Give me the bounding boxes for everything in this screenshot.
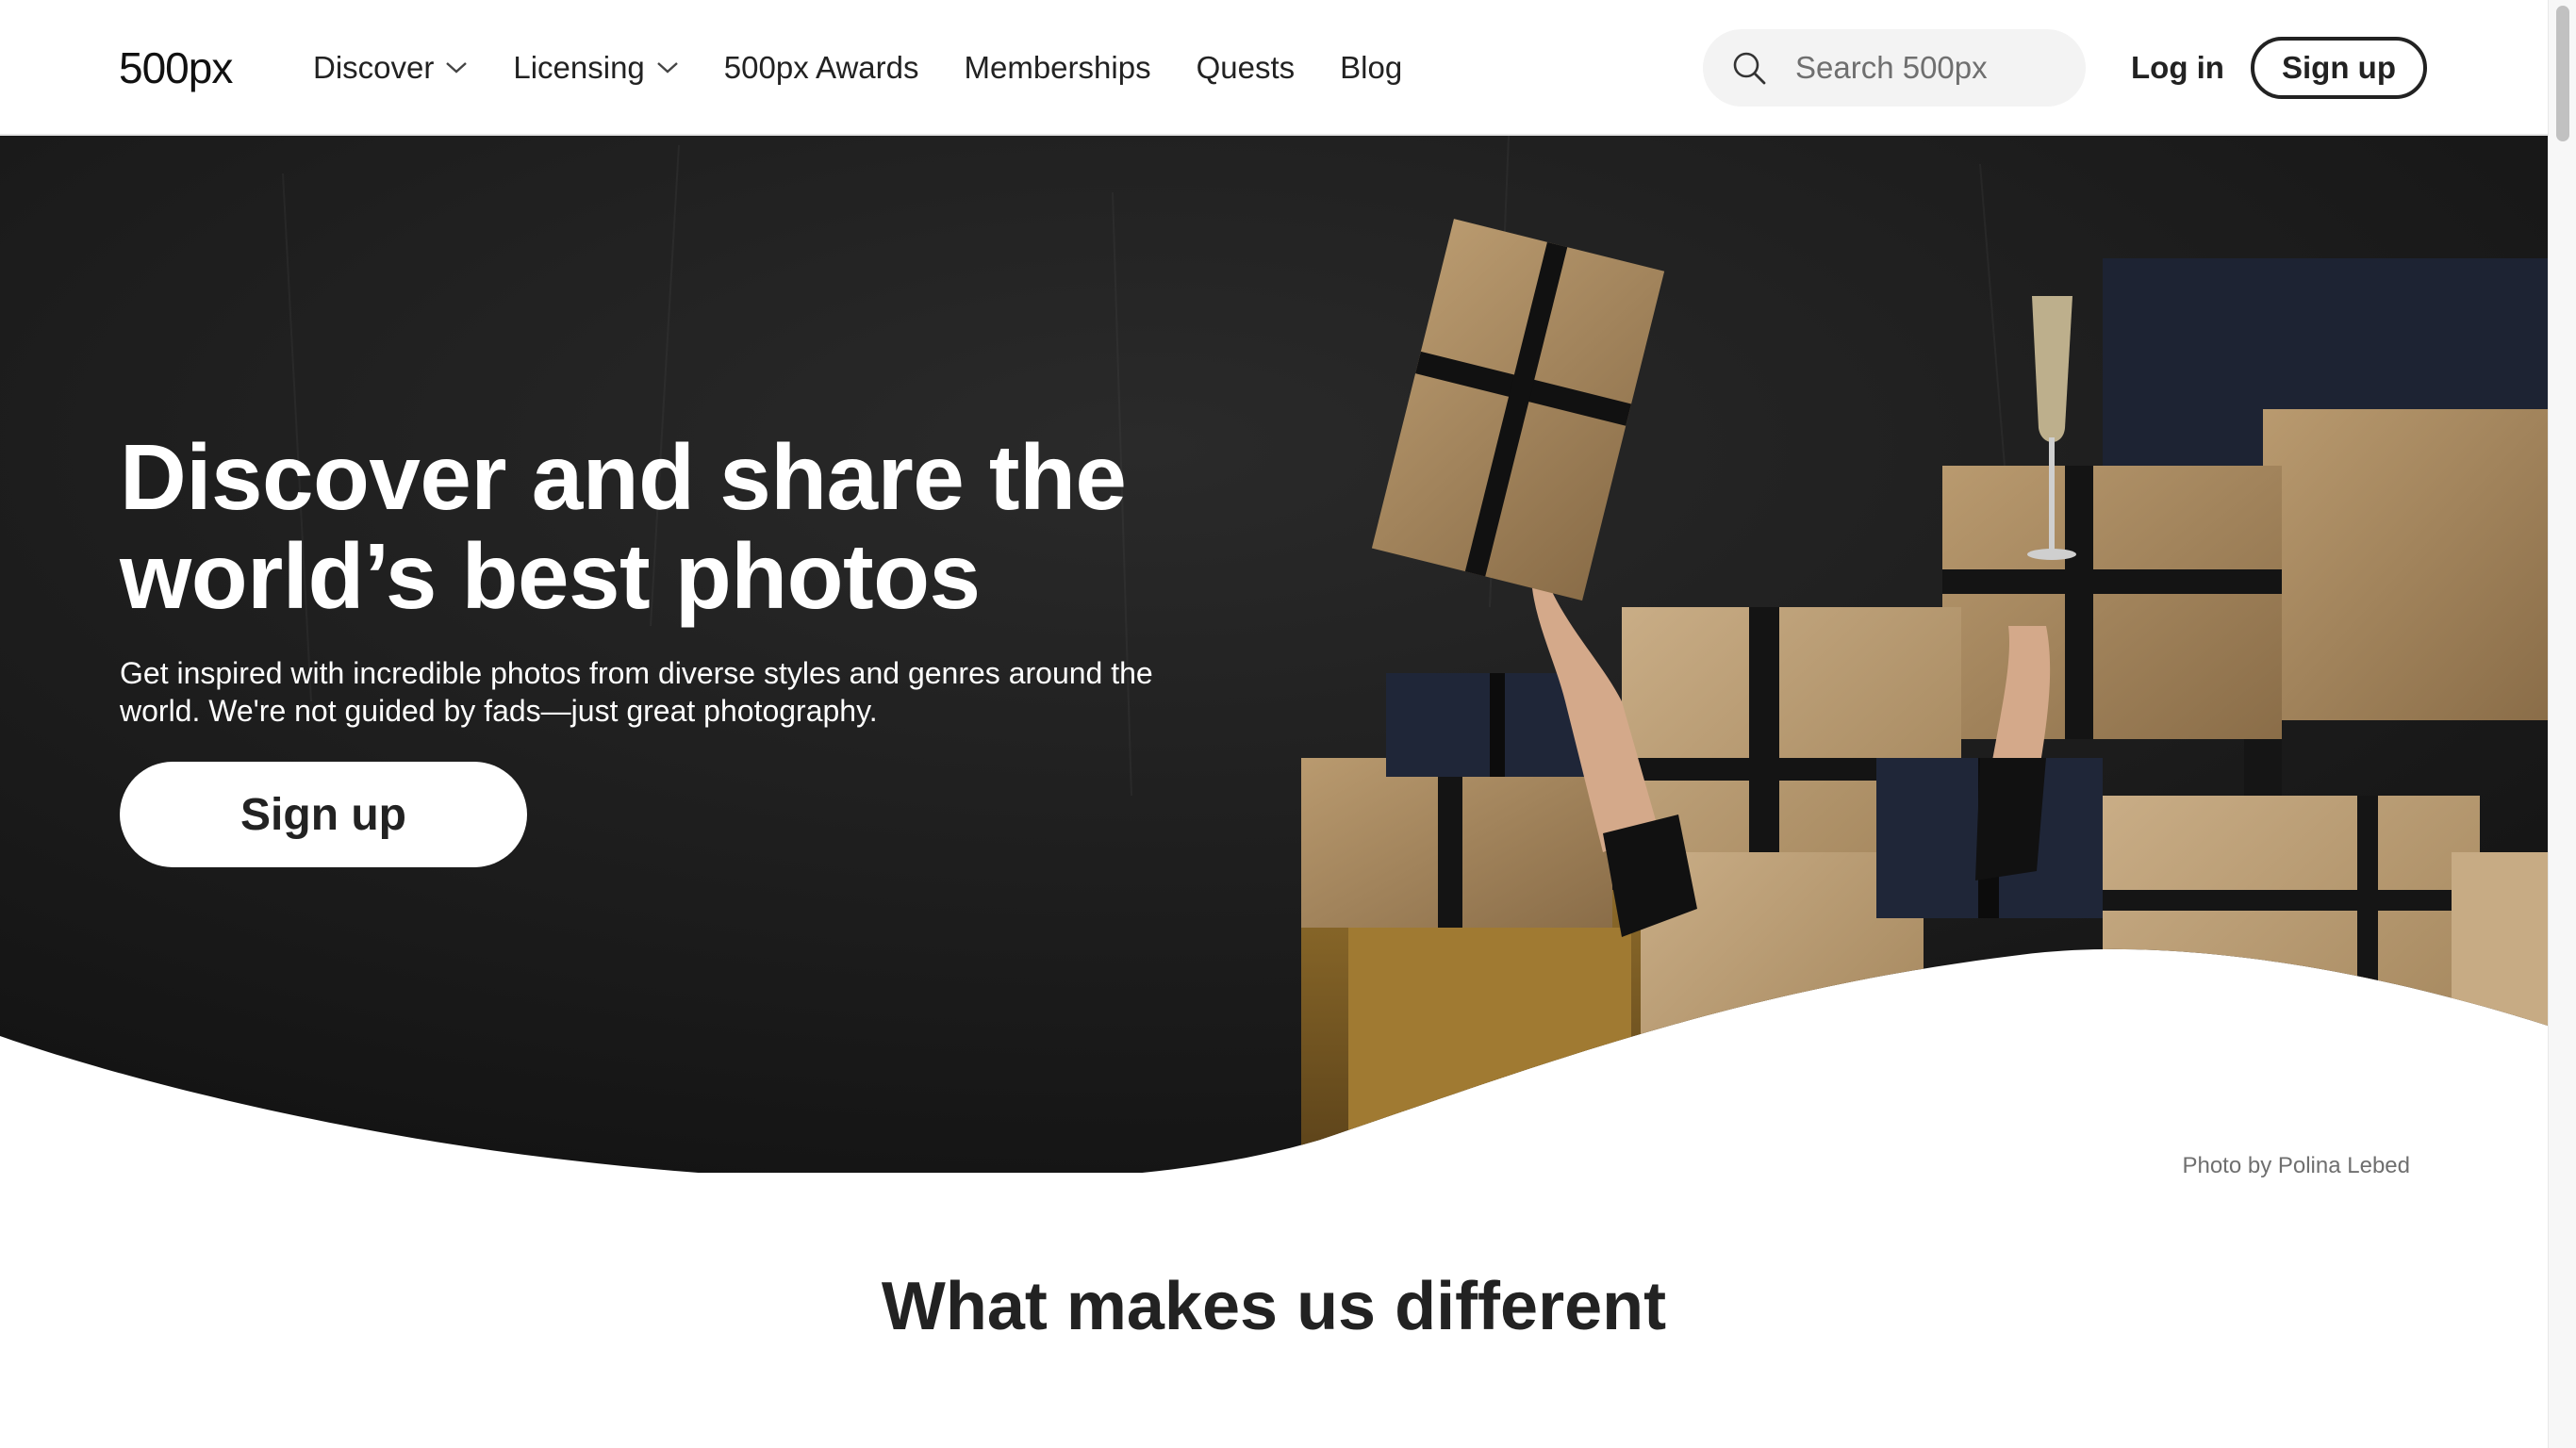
hero-signup-button[interactable]: Sign up <box>120 762 527 867</box>
search-icon <box>1733 52 1766 85</box>
hero-title: Discover and share the world’s best phot… <box>120 428 1251 626</box>
nav-licensing-label: Licensing <box>513 50 645 85</box>
photo-credit[interactable]: Photo by Polina Lebed <box>2182 1153 2410 1179</box>
search-box[interactable] <box>1703 29 2086 107</box>
svg-text:500px: 500px <box>119 43 233 92</box>
nav-awards[interactable]: 500px Awards <box>724 50 919 86</box>
nav-quests[interactable]: Quests <box>1197 50 1296 86</box>
nav-blog[interactable]: Blog <box>1340 50 1402 86</box>
section-title: What makes us different <box>881 1269 1667 1344</box>
hero-section: Discover and share the world’s best phot… <box>0 136 2548 1173</box>
login-link[interactable]: Log in <box>2131 0 2224 136</box>
nav-blog-label: Blog <box>1340 50 1403 85</box>
scrollbar-thumb[interactable] <box>2556 6 2569 141</box>
page-scrollbar[interactable] <box>2548 0 2576 1448</box>
nav-awards-label: 500px Awards <box>723 50 919 85</box>
nav-discover[interactable]: Discover <box>313 50 468 86</box>
hero-content: Discover and share the world’s best phot… <box>120 428 1251 867</box>
chevron-down-icon <box>446 62 468 74</box>
nav-discover-label: Discover <box>313 50 435 85</box>
header-signup-button[interactable]: Sign up <box>2251 37 2427 99</box>
logo[interactable]: 500px <box>119 41 260 94</box>
nav-licensing[interactable]: Licensing <box>513 50 678 86</box>
hero-title-line-1: Discover and share the <box>120 425 1127 529</box>
hero-title-line-2: world’s best photos <box>120 524 981 628</box>
main-nav: Discover Licensing 500px Awards Membersh… <box>313 0 1447 136</box>
nav-memberships-label: Memberships <box>964 50 1151 85</box>
nav-memberships[interactable]: Memberships <box>965 50 1151 86</box>
nav-quests-label: Quests <box>1196 50 1296 85</box>
search-input[interactable] <box>1795 50 2078 86</box>
top-navigation-bar: 500px Discover Licensing 500px Awards Me… <box>0 0 2548 136</box>
hero-subtitle: Get inspired with incredible photos from… <box>120 656 1153 728</box>
chevron-down-icon <box>656 62 678 74</box>
page: 500px Discover Licensing 500px Awards Me… <box>0 0 2576 1448</box>
